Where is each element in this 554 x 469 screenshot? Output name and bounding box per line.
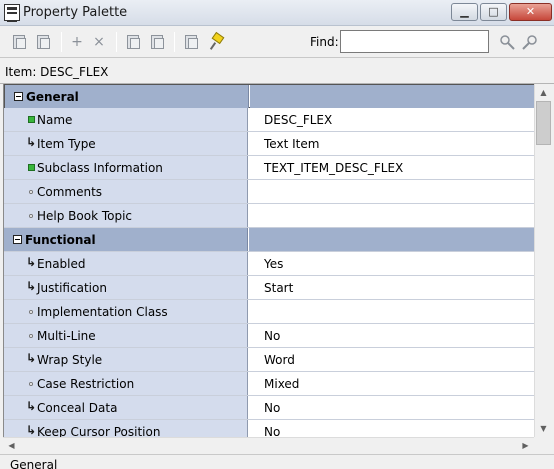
property-name: Keep Cursor Position — [37, 425, 161, 437]
property-value[interactable]: No — [264, 329, 280, 343]
property-row-wrap-style[interactable]: ↳ Wrap Style Word — [4, 348, 534, 372]
copy-icon[interactable] — [10, 33, 28, 51]
property-value[interactable]: Start — [264, 281, 293, 295]
scroll-down-icon[interactable]: ▼ — [535, 420, 552, 437]
property-row-keep-cursor-position[interactable]: ↳ Keep Cursor Position No — [4, 420, 534, 437]
inherited-arrow-icon: ↳ — [26, 255, 37, 269]
property-row-item-type[interactable]: ↳ Item Type Text Item — [4, 132, 534, 156]
title-bar: Property Palette ▁ □ ✕ — [0, 0, 554, 26]
category-functional[interactable]: Functional — [4, 228, 534, 252]
property-value[interactable]: No — [264, 425, 280, 437]
property-name: Implementation Class — [37, 305, 168, 319]
add-property-icon[interactable]: + — [68, 33, 86, 51]
vertical-scrollbar[interactable]: ▲ ▼ — [534, 84, 551, 437]
scroll-left-icon[interactable]: ◀ — [3, 438, 20, 454]
property-value[interactable]: Text Item — [264, 137, 319, 151]
inherited-arrow-icon: ↳ — [26, 135, 37, 149]
collapse-icon[interactable] — [13, 235, 22, 244]
property-value[interactable]: TEXT_ITEM_DESC_FLEX — [264, 161, 403, 175]
window-title: Property Palette — [23, 5, 128, 20]
pin-icon[interactable] — [208, 31, 226, 51]
changed-property-icon — [28, 164, 35, 171]
property-name: Enabled — [37, 257, 86, 271]
default-property-icon — [29, 190, 33, 194]
default-property-icon — [29, 382, 33, 386]
inherited-arrow-icon: ↳ — [26, 423, 37, 437]
find-label: Find: — [310, 35, 339, 49]
changed-property-icon — [28, 116, 35, 123]
collapse-icon[interactable] — [14, 92, 23, 101]
property-row-subclass-information[interactable]: Subclass Information TEXT_ITEM_DESC_FLEX — [4, 156, 534, 180]
paste-icon[interactable] — [34, 33, 52, 51]
property-name: Wrap Style — [37, 353, 103, 367]
property-name: Case Restriction — [37, 377, 135, 391]
property-row-name[interactable]: Name DESC_FLEX — [4, 108, 534, 132]
maximize-button[interactable]: □ — [480, 3, 507, 21]
property-row-justification[interactable]: ↳ Justification Start — [4, 276, 534, 300]
property-name: Name — [37, 113, 73, 127]
inherited-arrow-icon: ↳ — [26, 279, 37, 293]
item-label: Item: DESC_FLEX — [5, 65, 109, 79]
property-value[interactable]: DESC_FLEX — [264, 113, 332, 127]
find-input[interactable] — [340, 30, 489, 53]
scrollbar-corner — [534, 437, 551, 454]
intersection-icon[interactable] — [148, 33, 166, 51]
default-property-icon — [29, 214, 33, 218]
property-row-help-book-topic[interactable]: Help Book Topic — [4, 204, 534, 228]
minimize-button[interactable]: ▁ — [451, 3, 478, 21]
search-backward-icon[interactable] — [521, 33, 539, 51]
property-name: Help Book Topic — [37, 209, 133, 223]
toolbar: + × Find: — [0, 26, 554, 58]
property-value[interactable]: No — [264, 401, 280, 415]
property-name: Comments — [37, 185, 103, 199]
property-row-multi-line[interactable]: Multi-Line No — [4, 324, 534, 348]
inherited-arrow-icon: ↳ — [26, 351, 37, 365]
property-name: Conceal Data — [37, 401, 118, 415]
default-property-icon — [29, 334, 33, 338]
status-text: General — [10, 458, 58, 469]
category-general[interactable]: General — [4, 84, 534, 108]
toolbar-separator — [61, 32, 62, 52]
scroll-right-icon[interactable]: ▶ — [517, 438, 534, 454]
property-value[interactable]: Word — [264, 353, 295, 367]
horizontal-scrollbar[interactable]: ◀ ▶ — [3, 437, 534, 454]
scroll-thumb[interactable] — [536, 101, 551, 145]
property-row-comments[interactable]: Comments — [4, 180, 534, 204]
property-name: Item Type — [37, 137, 96, 151]
delete-property-icon[interactable]: × — [90, 33, 108, 51]
category-label: General — [26, 90, 79, 104]
copy-properties-icon[interactable] — [182, 33, 200, 51]
toolbar-separator — [116, 32, 117, 52]
default-property-icon — [29, 310, 33, 314]
category-label: Functional — [25, 233, 96, 247]
property-row-conceal-data[interactable]: ↳ Conceal Data No — [4, 396, 534, 420]
property-row-implementation-class[interactable]: Implementation Class — [4, 300, 534, 324]
property-row-case-restriction[interactable]: Case Restriction Mixed — [4, 372, 534, 396]
close-button[interactable]: ✕ — [509, 3, 552, 21]
toolbar-separator — [174, 32, 175, 52]
property-name: Justification — [37, 281, 107, 295]
property-row-enabled[interactable]: ↳ Enabled Yes — [4, 252, 534, 276]
property-name: Multi-Line — [37, 329, 96, 343]
search-forward-icon[interactable] — [498, 33, 516, 51]
property-value[interactable]: Mixed — [264, 377, 299, 391]
item-label-bar: Item: DESC_FLEX — [0, 58, 554, 84]
app-icon — [4, 4, 20, 22]
property-grid: General Name DESC_FLEX ↳ Item Type Text I… — [3, 84, 534, 437]
inherited-arrow-icon: ↳ — [26, 399, 37, 413]
status-bar: General — [0, 454, 554, 469]
scroll-up-icon[interactable]: ▲ — [535, 84, 552, 101]
property-name: Subclass Information — [37, 161, 163, 175]
property-value[interactable]: Yes — [264, 257, 283, 271]
union-icon[interactable] — [124, 33, 142, 51]
